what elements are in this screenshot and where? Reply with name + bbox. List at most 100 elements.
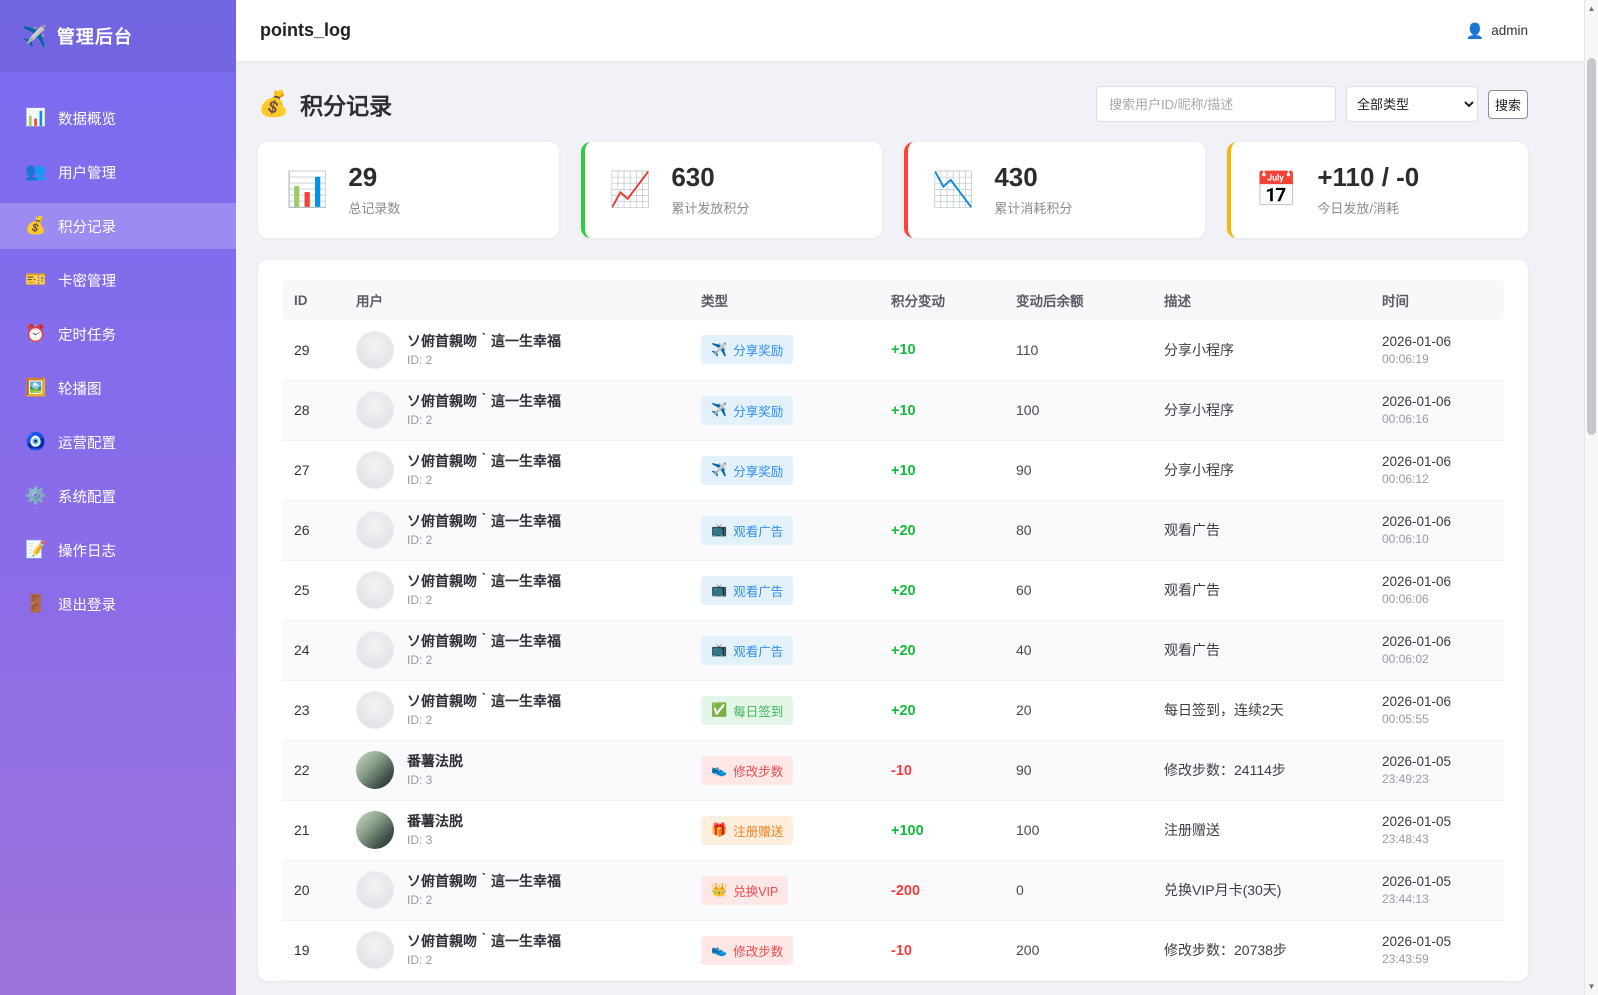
type-badge-label: 兑换VIP (733, 884, 779, 899)
cell-date: 2026-01-06 (1382, 514, 1452, 529)
type-badge-label: 观看广告 (733, 524, 784, 539)
type-badge-label: 分享奖励 (733, 464, 784, 479)
type-badge-icon: ✈️ (711, 462, 728, 477)
cell-time: 00:06:12 (1382, 472, 1429, 486)
user-icon: 👤 (1465, 22, 1485, 40)
table-row: 27 ソ俯首親吻｀這一生幸福 ID: 2 ✈️ 分享奖励 +10 90 分享小程… (282, 440, 1504, 501)
cell-points-change: +20 (891, 522, 916, 539)
sidebar-item-operation-logs[interactable]: 📝 操作日志 (0, 527, 236, 573)
stat-label: 总记录数 (348, 201, 401, 217)
type-badge-label: 修改步数 (733, 764, 784, 779)
sidebar-item-data-overview[interactable]: 📊 数据概览 (0, 95, 236, 141)
scrollbar-up-arrow[interactable]: ▲ (1585, 1, 1598, 16)
cell-points-change: +20 (891, 582, 916, 599)
cell-time: 23:49:23 (1382, 772, 1429, 786)
sidebar-item-carousel[interactable]: 🖼️ 轮播图 (0, 365, 236, 411)
search-button[interactable]: 搜索 (1487, 89, 1528, 119)
window-scrollbar[interactable]: ▲ ▼ (1584, 0, 1598, 995)
topbar-user[interactable]: 👤 admin (1466, 22, 1528, 40)
type-filter-select[interactable]: 全部类型 (1345, 86, 1478, 122)
sidebar-item-label: 系统配置 (58, 489, 116, 506)
main-area: points_log 👤 admin 💰 积分记录 全部类型 搜索 📊 29 总… (236, 0, 1598, 995)
sidebar-item-label: 用户管理 (58, 165, 116, 182)
cell-id: 26 (282, 500, 344, 561)
sidebar-item-label: 卡密管理 (58, 273, 116, 290)
sidebar: ✈️ 管理后台 📊 数据概览 👥 用户管理 💰 积分记录 🎫 卡密管理 ⏰ 定时… (0, 0, 236, 995)
user-nickname: ソ俯首親吻｀這一生幸福 (407, 512, 561, 529)
app-logo-icon: ✈️ (22, 25, 47, 48)
cell-balance-after: 90 (1016, 462, 1032, 478)
user-nickname: ソ俯首親吻｀這一生幸福 (407, 572, 561, 589)
table-row: 21 番薯法脱 ID: 3 🎁 注册赠送 +100 100 注册赠送 2026-… (282, 800, 1504, 861)
avatar (356, 811, 394, 849)
cell-description: 观看广告 (1164, 522, 1220, 538)
sidebar-item-points-log[interactable]: 💰 积分记录 (0, 203, 236, 249)
stat-cards: 📊 29 总记录数 📈 630 累计发放积分 📉 430 累计消耗积分 📅 +1… (258, 142, 1528, 238)
stat-icon: 📅 (1255, 171, 1298, 209)
cell-date: 2026-01-06 (1382, 574, 1452, 589)
app-title: 管理后台 (56, 27, 133, 47)
table-row: 23 ソ俯首親吻｀這一生幸福 ID: 2 ✅ 每日签到 +20 20 每日签到，… (282, 680, 1504, 741)
topbar: points_log 👤 admin (236, 0, 1598, 62)
cell-description: 修改步数：24114步 (1164, 762, 1286, 778)
user-nickname: 番薯法脱 (407, 812, 463, 829)
table-row: 28 ソ俯首親吻｀這一生幸福 ID: 2 ✈️ 分享奖励 +10 100 分享小… (282, 380, 1504, 441)
user-management-icon: 👥 (25, 162, 47, 181)
cell-description: 分享小程序 (1164, 341, 1234, 358)
sidebar-item-user-management[interactable]: 👥 用户管理 (0, 149, 236, 195)
column-header: ID (282, 280, 344, 320)
avatar (356, 931, 394, 969)
table-row: 26 ソ俯首親吻｀這一生幸福 ID: 2 📺 观看广告 +20 80 观看广告 … (282, 500, 1504, 561)
cell-balance-after: 40 (1016, 642, 1032, 658)
cell-time: 23:48:43 (1382, 832, 1429, 846)
user-id: ID: 2 (407, 473, 433, 488)
stat-card: 📈 630 累计发放积分 (581, 142, 882, 238)
cell-id: 29 (282, 320, 344, 381)
sidebar-item-scheduled-tasks[interactable]: ⏰ 定时任务 (0, 311, 236, 357)
username-label: admin (1491, 23, 1528, 38)
cell-time: 23:44:13 (1382, 892, 1429, 906)
cell-id: 27 (282, 440, 344, 501)
cell-balance-after: 0 (1016, 882, 1024, 898)
scrollbar-down-arrow[interactable]: ▼ (1585, 979, 1598, 994)
cell-time: 00:06:06 (1382, 592, 1429, 606)
stat-value: 430 (994, 161, 1038, 192)
scheduled-tasks-icon: ⏰ (25, 324, 47, 343)
page-title: 💰 积分记录 (258, 87, 392, 121)
cell-description: 每日签到，连续2天 (1164, 702, 1284, 718)
avatar (356, 330, 394, 369)
cell-date: 2026-01-06 (1382, 394, 1452, 409)
type-badge: ✅ 每日签到 (701, 695, 794, 725)
points-table-card: ID 用户 类型 积分变动 变动后余额 描述 时间 29 ソ俯首親吻｀這一生幸福 ID: 2… (258, 260, 1528, 981)
type-badge-label: 分享奖励 (733, 404, 784, 419)
type-badge-icon: 👑 (711, 882, 728, 897)
cell-time: 00:06:16 (1382, 412, 1429, 426)
sidebar-item-operation-config[interactable]: 🧿 运营配置 (0, 419, 236, 465)
sidebar-item-logout[interactable]: 🚪 退出登录 (0, 581, 236, 627)
column-header: 变动后余额 (1004, 280, 1152, 320)
user-id: ID: 2 (407, 533, 433, 548)
cell-id: 19 (282, 920, 344, 981)
avatar (356, 751, 394, 789)
cell-time: 23:43:59 (1382, 952, 1429, 966)
search-input[interactable] (1095, 86, 1336, 122)
points-log-icon: 💰 (25, 216, 47, 235)
cell-points-change: +20 (891, 642, 916, 659)
card-key-management-icon: 🎫 (25, 270, 47, 289)
sidebar-item-card-key-management[interactable]: 🎫 卡密管理 (0, 257, 236, 303)
table-row: 19 ソ俯首親吻｀這一生幸福 ID: 2 👟 修改步数 -10 200 修改步数… (282, 920, 1504, 981)
app-brand: ✈️ 管理后台 (0, 0, 236, 72)
stat-icon: 📈 (609, 171, 652, 209)
column-header: 用户 (344, 280, 689, 320)
cell-id: 24 (282, 620, 344, 681)
points-table: ID 用户 类型 积分变动 变动后余额 描述 时间 29 ソ俯首親吻｀這一生幸福 ID: 2… (282, 280, 1504, 981)
scrollbar-thumb[interactable] (1587, 58, 1596, 435)
cell-date: 2026-01-06 (1382, 454, 1452, 469)
table-row: 29 ソ俯首親吻｀這一生幸福 ID: 2 ✈️ 分享奖励 +10 110 分享小… (282, 320, 1504, 381)
table-row: 22 番薯法脱 ID: 3 👟 修改步数 -10 90 修改步数：24114步 … (282, 740, 1504, 801)
user-id: ID: 2 (407, 713, 433, 728)
operation-logs-icon: 📝 (25, 540, 47, 559)
sidebar-item-system-config[interactable]: ⚙️ 系统配置 (0, 473, 236, 519)
type-badge-label: 观看广告 (733, 584, 784, 599)
column-header: 类型 (689, 280, 879, 320)
